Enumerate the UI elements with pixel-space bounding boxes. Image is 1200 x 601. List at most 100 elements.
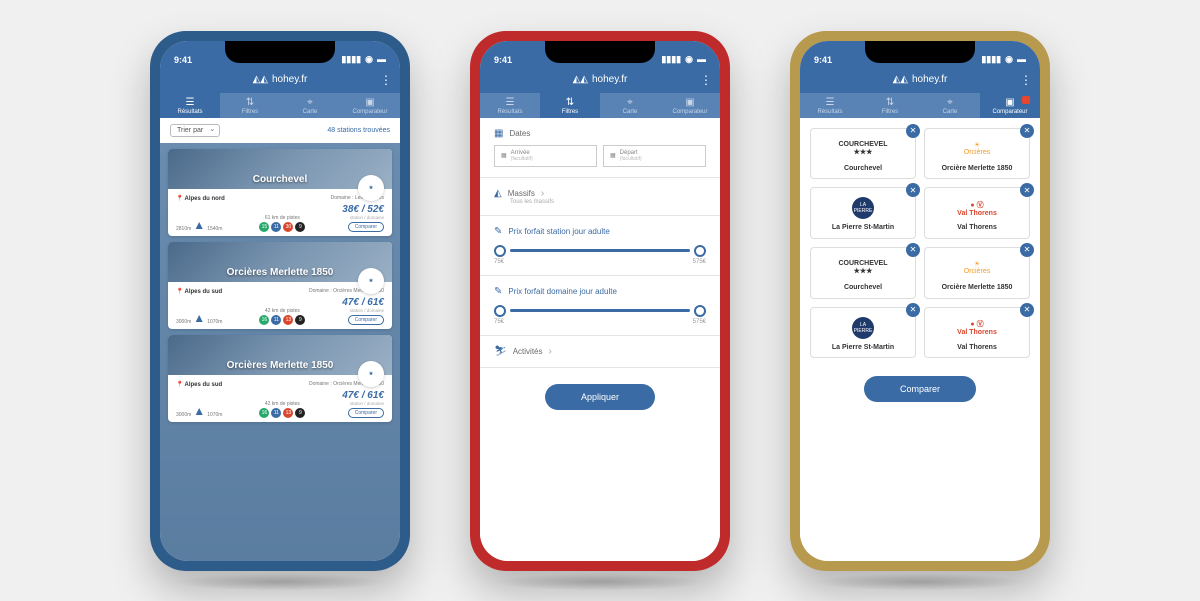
status-time: 9:41 xyxy=(814,55,832,65)
altitudes: 3000m▲1070m xyxy=(176,311,222,325)
status-time: 9:41 xyxy=(494,55,512,65)
station-logo: ● ⓋVal Thorens xyxy=(929,316,1025,340)
tab-comparateur[interactable]: ▣Comparateur xyxy=(660,93,720,118)
tabs: ☰Résultats ⇅Filtres ⌖Carte ▣Comparateur xyxy=(480,93,720,118)
compare-button[interactable]: Comparer xyxy=(864,376,976,402)
more-icon[interactable]: ⋮ xyxy=(380,73,390,87)
wifi-icon: ◉ xyxy=(365,54,373,65)
tab-resultats[interactable]: ☰Résultats xyxy=(800,93,860,118)
filter-icon: ⇅ xyxy=(220,98,280,108)
close-icon[interactable]: ✕ xyxy=(1020,183,1034,197)
station-name: La Pierre St-Martin xyxy=(815,344,911,352)
card-compare-button[interactable]: Comparer xyxy=(348,315,384,325)
calendar-icon: ▦ xyxy=(494,128,503,139)
result-card[interactable]: Orcières Merlette 1850 ★ 📍Alpes du sud D… xyxy=(168,335,392,422)
tab-carte[interactable]: ⌖Carte xyxy=(920,93,980,118)
logo-icon: ◭◭ xyxy=(573,74,588,85)
card-compare-button[interactable]: Comparer xyxy=(348,408,384,418)
region: 📍Alpes du sud xyxy=(176,381,222,388)
station-name: Orcière Merlette 1850 xyxy=(929,284,1025,292)
pill-green: 15 xyxy=(259,222,269,232)
pill-blue: 11 xyxy=(271,408,281,418)
station-name: Orcières Merlette 1850 xyxy=(227,267,334,278)
tab-carte[interactable]: ⌖Carte xyxy=(280,93,340,118)
close-icon[interactable]: ✕ xyxy=(906,243,920,257)
more-icon[interactable]: ⋮ xyxy=(700,73,710,87)
station-logo: ☀Orcières xyxy=(929,256,1025,280)
pill-green: 16 xyxy=(259,315,269,325)
pistes: 61 km de pistes 15 11 30 9 xyxy=(259,215,305,232)
close-icon[interactable]: ✕ xyxy=(906,183,920,197)
station-logo: ★ xyxy=(358,361,384,387)
station-name: Courchevel xyxy=(815,165,911,173)
station-logo: ● ⓋVal Thorens xyxy=(929,196,1025,220)
close-icon[interactable]: ✕ xyxy=(1020,303,1034,317)
pistes: 42 km de pistes 16 11 13 9 xyxy=(259,401,305,418)
filter-activites[interactable]: ⛷Activités› xyxy=(480,336,720,368)
compare-card[interactable]: ✕ COURCHEVEL★★★ Courchevel xyxy=(810,247,916,299)
apply-button[interactable]: Appliquer xyxy=(545,384,655,410)
close-icon[interactable]: ✕ xyxy=(906,303,920,317)
filter-massifs[interactable]: ◭Massifs› Tous les massifs xyxy=(480,178,720,216)
tab-comparateur[interactable]: ▣Comparateur xyxy=(980,93,1040,118)
tab-comparateur[interactable]: ▣Comparateur xyxy=(340,93,400,118)
close-icon[interactable]: ✕ xyxy=(1020,243,1034,257)
station-logo: ☀Orcières xyxy=(929,137,1025,161)
depart-input[interactable]: ▦Départ(facultatif) xyxy=(603,145,706,167)
battery-icon: ▬ xyxy=(1017,54,1026,64)
tab-filtres[interactable]: ⇅Filtres xyxy=(540,93,600,118)
compare-icon: ▣ xyxy=(980,98,1040,108)
tab-carte[interactable]: ⌖Carte xyxy=(600,93,660,118)
tab-resultats[interactable]: ☰Résultats xyxy=(160,93,220,118)
compare-card[interactable]: ✕ LA PIERRE La Pierre St-Martin xyxy=(810,307,916,359)
list-icon: ☰ xyxy=(160,98,220,108)
ski-icon: ⛷ xyxy=(494,346,507,357)
pin-icon: 📍 xyxy=(176,196,183,202)
sort-dropdown[interactable]: Trier par xyxy=(170,124,220,137)
altitudes: 3000m▲1070m xyxy=(176,404,222,418)
results-count: 48 stations trouvées xyxy=(327,127,390,134)
pill-green: 16 xyxy=(259,408,269,418)
station-name: Orcière Merlette 1850 xyxy=(929,165,1025,173)
signal-icon: ▮▮▮▮ xyxy=(661,54,681,65)
filter-price-station: ✎Prix forfait station jour adulte 75€575… xyxy=(480,216,720,276)
result-card[interactable]: Courchevel ★ 📍Alpes du nord Domaine : Le… xyxy=(168,149,392,236)
compare-icon: ▣ xyxy=(340,98,400,108)
tab-resultats[interactable]: ☰Résultats xyxy=(480,93,540,118)
mountain-icon: ▲ xyxy=(193,311,205,325)
phone-filters: 9:41 ▮▮▮▮◉▬ ◭◭ hohey.fr ⋮ ☰Résultats ⇅Fi… xyxy=(470,31,730,571)
compare-card[interactable]: ✕ ☀Orcières Orcière Merlette 1850 xyxy=(924,247,1030,299)
close-icon[interactable]: ✕ xyxy=(906,124,920,138)
slider-station[interactable] xyxy=(494,245,706,257)
compare-card[interactable]: ✕ ● ⓋVal Thorens Val Thorens xyxy=(924,307,1030,359)
station-name: Orcières Merlette 1850 xyxy=(227,360,334,371)
list-icon: ☰ xyxy=(480,98,540,108)
tag-icon: ✎ xyxy=(494,286,502,297)
arrive-input[interactable]: ▦Arrivée(facultatif) xyxy=(494,145,597,167)
station-logo: COURCHEVEL★★★ xyxy=(815,137,911,161)
pin-icon: 📍 xyxy=(176,289,183,295)
signal-icon: ▮▮▮▮ xyxy=(341,54,361,65)
station-logo: COURCHEVEL★★★ xyxy=(815,256,911,280)
card-compare-button[interactable]: Comparer xyxy=(348,222,384,232)
tab-filtres[interactable]: ⇅Filtres xyxy=(220,93,280,118)
compare-card[interactable]: ✕ LA PIERRE La Pierre St-Martin xyxy=(810,187,916,239)
mountain-icon: ◭ xyxy=(494,188,502,199)
close-icon[interactable]: ✕ xyxy=(1020,124,1034,138)
station-name: Val Thorens xyxy=(929,344,1025,352)
filter-icon: ⇅ xyxy=(540,98,600,108)
result-card[interactable]: Orcières Merlette 1850 ★ 📍Alpes du sud D… xyxy=(168,242,392,329)
slider-domaine[interactable] xyxy=(494,305,706,317)
pill-red: 13 xyxy=(283,315,293,325)
compare-card[interactable]: ✕ ☀Orcières Orcière Merlette 1850 xyxy=(924,128,1030,180)
pill-black: 9 xyxy=(295,222,305,232)
app-title: hohey.fr xyxy=(272,74,307,85)
tab-filtres[interactable]: ⇅Filtres xyxy=(860,93,920,118)
pin-icon: ⌖ xyxy=(280,98,340,108)
logo-icon: ◭◭ xyxy=(253,74,268,85)
card-hero: Orcières Merlette 1850 ★ xyxy=(168,242,392,282)
pin-icon: ⌖ xyxy=(920,98,980,108)
more-icon[interactable]: ⋮ xyxy=(1020,73,1030,87)
compare-card[interactable]: ✕ COURCHEVEL★★★ Courchevel xyxy=(810,128,916,180)
compare-card[interactable]: ✕ ● ⓋVal Thorens Val Thorens xyxy=(924,187,1030,239)
